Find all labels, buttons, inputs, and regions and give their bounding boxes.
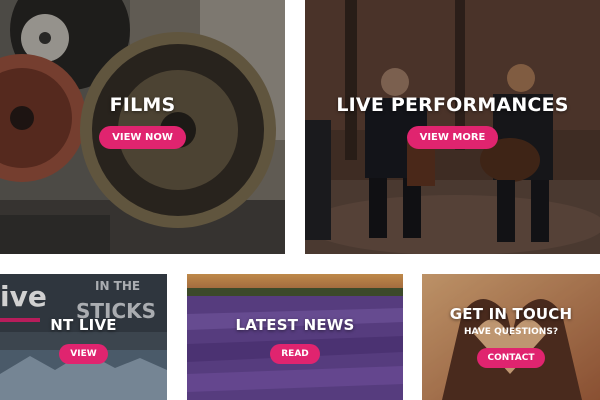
latest-news-tile[interactable]: LATEST NEWS READ (187, 274, 403, 400)
latest-news-read-button[interactable]: READ (270, 344, 320, 364)
get-in-touch-title: GET IN TOUCH (449, 305, 573, 323)
films-view-now-button[interactable]: VIEW NOW (99, 126, 186, 149)
nt-live-caption: NT LIVE VIEW (0, 316, 167, 364)
get-in-touch-contact-button[interactable]: CONTACT (476, 348, 546, 368)
live-performances-caption: LIVE PERFORMANCES VIEW MORE (305, 94, 600, 149)
get-in-touch-subtitle: HAVE QUESTIONS? (463, 327, 559, 337)
nt-live-view-button[interactable]: VIEW (59, 344, 108, 364)
latest-news-title: LATEST NEWS (235, 316, 355, 334)
live-performances-tile[interactable]: LIVE PERFORMANCES VIEW MORE (305, 0, 600, 254)
films-title: FILMS (109, 94, 176, 116)
get-in-touch-tile[interactable]: GET IN TOUCH HAVE QUESTIONS? CONTACT (422, 274, 600, 400)
nt-live-tile[interactable]: ive IN THE STICKS NT LIVE VIEW (0, 274, 167, 400)
live-performances-title: LIVE PERFORMANCES (336, 94, 569, 116)
latest-news-caption: LATEST NEWS READ (187, 316, 403, 364)
films-caption: FILMS VIEW NOW (0, 94, 285, 149)
get-in-touch-caption: GET IN TOUCH HAVE QUESTIONS? CONTACT (422, 305, 600, 368)
films-tile[interactable]: FILMS VIEW NOW (0, 0, 285, 254)
live-performances-view-more-button[interactable]: VIEW MORE (406, 126, 499, 149)
nt-live-title: NT LIVE (50, 316, 117, 334)
